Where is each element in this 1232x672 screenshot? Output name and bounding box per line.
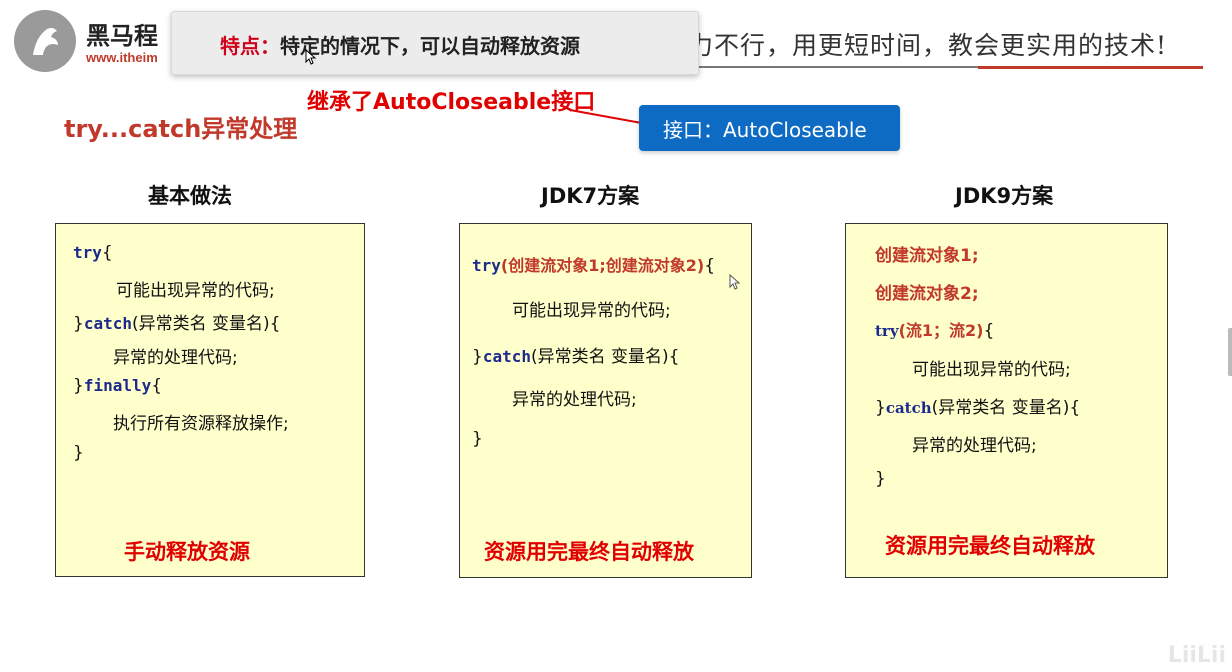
- mouse-cursor-icon: [729, 274, 741, 290]
- code-line: 异常的处理代码;: [912, 436, 1037, 456]
- code-line: try{: [73, 243, 113, 263]
- code-line: 创建流对象2;: [875, 284, 979, 304]
- panel-footer: 资源用完最终自动释放: [885, 534, 1095, 558]
- section-title: try...catch异常处理: [64, 115, 298, 143]
- code-line: }catch(异常类名 变量名){: [875, 398, 1081, 418]
- code-panel-basic: try{ 可能出现异常的代码; }catch(异常类名 变量名){ 异常的处理代…: [55, 223, 365, 577]
- column-heading-basic: 基本做法: [148, 184, 232, 208]
- interface-box: 接口：AutoCloseable: [639, 105, 900, 151]
- side-scroll-handle[interactable]: [1228, 328, 1232, 376]
- panel-footer: 资源用完最终自动释放: [484, 540, 694, 564]
- code-line: 可能出现异常的代码;: [912, 360, 1071, 380]
- code-line: 创建流对象1;: [875, 246, 979, 266]
- code-line: }: [875, 469, 886, 489]
- watermark: LiiLii: [1167, 643, 1226, 668]
- code-panel-jdk7: try(创建流对象1;创建流对象2){ 可能出现异常的代码; }catch(异常…: [459, 223, 752, 578]
- column-heading-jdk9: JDK9方案: [955, 184, 1054, 208]
- code-line: 异常的处理代码;: [113, 348, 238, 368]
- code-line: try(创建流对象1;创建流对象2){: [472, 256, 716, 276]
- code-line: }catch(异常类名 变量名){: [472, 347, 680, 367]
- code-line: }: [472, 429, 483, 449]
- code-line: 可能出现异常的代码;: [512, 301, 671, 321]
- column-heading-jdk7: JDK7方案: [541, 184, 640, 208]
- panel-footer: 手动释放资源: [124, 540, 250, 564]
- code-line: }catch(异常类名 变量名){: [73, 314, 281, 334]
- code-line: 执行所有资源释放操作;: [113, 414, 289, 434]
- code-line: 可能出现异常的代码;: [116, 281, 275, 301]
- code-line: 异常的处理代码;: [512, 390, 637, 410]
- code-line: }finally{: [73, 376, 163, 396]
- code-line: }: [73, 443, 84, 463]
- code-panel-jdk9: 创建流对象1; 创建流对象2; try(流1；流2){ 可能出现异常的代码; }…: [845, 223, 1168, 578]
- code-line: try(流1；流2){: [875, 321, 995, 341]
